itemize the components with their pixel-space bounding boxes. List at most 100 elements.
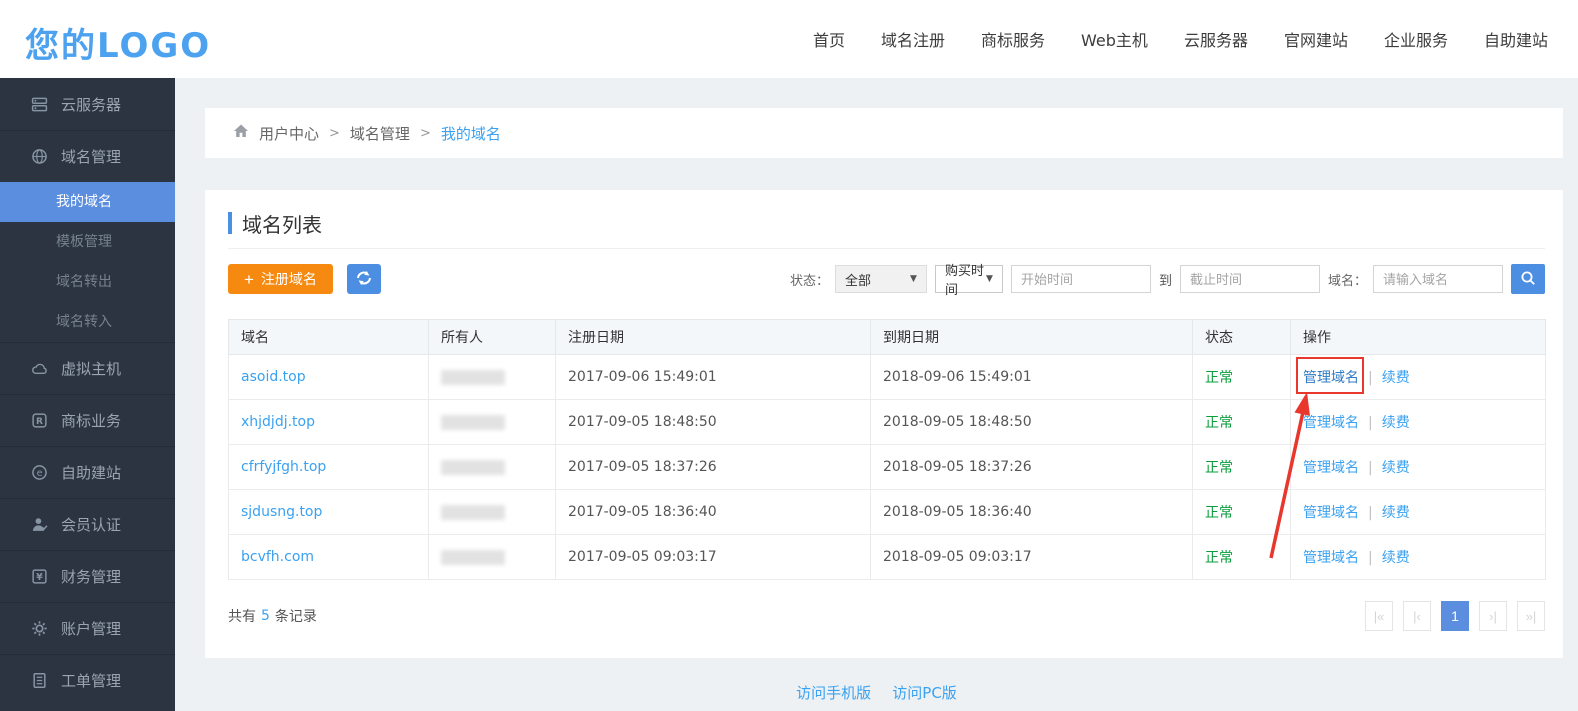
nav-home[interactable]: 首页 <box>813 27 845 51</box>
register-domain-label: 注册域名 <box>261 269 317 289</box>
sidebar-item-virtual-host[interactable]: 虚拟主机 <box>0 342 175 394</box>
search-button[interactable] <box>1511 264 1545 294</box>
domain-table: 域名 所有人 注册日期 到期日期 状态 操作 asoid.top 2017-09… <box>228 319 1546 580</box>
nav-self-service[interactable]: 自助建站 <box>1484 27 1548 51</box>
domain-list-panel: 域名列表 + 注册域名 状态： 全部 ▼ 购买时间 <box>205 190 1563 658</box>
sidebar: 云服务器 域名管理 我的域名 模板管理 域名转出 域名转入 虚拟主机 R 商标业… <box>0 78 175 711</box>
nav-domain-register[interactable]: 域名注册 <box>881 27 945 51</box>
breadcrumb-domain-management[interactable]: 域名管理 <box>350 123 410 144</box>
refresh-button[interactable] <box>347 264 381 294</box>
registered-date: 2017-09-05 09:03:17 <box>568 549 717 565</box>
renew-link[interactable]: 续费 <box>1382 550 1410 566</box>
action-separator: | <box>1368 460 1373 476</box>
registered-date: 2017-09-06 15:49:01 <box>568 369 717 385</box>
record-count: 5 <box>261 608 270 624</box>
owner-redacted <box>441 550 505 565</box>
renew-link[interactable]: 续费 <box>1382 370 1410 386</box>
mobile-version-link[interactable]: 访问手机版 <box>796 684 871 702</box>
nav-cloud-server[interactable]: 云服务器 <box>1184 27 1248 51</box>
domain-link[interactable]: xhjdjdj.top <box>241 414 315 430</box>
nav-trademark[interactable]: 商标服务 <box>981 27 1045 51</box>
renew-link[interactable]: 续费 <box>1382 415 1410 431</box>
sidebar-item-domain-management[interactable]: 域名管理 <box>0 130 175 182</box>
plus-icon: + <box>244 271 254 288</box>
to-label: 到 <box>1159 270 1172 289</box>
sidebar-item-ticket[interactable]: 工单管理 <box>0 654 175 706</box>
sidebar-item-cloud-server[interactable]: 云服务器 <box>0 78 175 130</box>
expires-date: 2018-09-05 18:48:50 <box>883 414 1032 430</box>
sidebar-subitem-domain-transfer-in[interactable]: 域名转入 <box>0 302 175 342</box>
sidebar-item-finance[interactable]: ¥ 财务管理 <box>0 550 175 602</box>
nav-web-hosting[interactable]: Web主机 <box>1081 27 1148 51</box>
domain-submenu: 我的域名 模板管理 域名转出 域名转入 <box>0 182 175 342</box>
breadcrumb-user-center[interactable]: 用户中心 <box>259 123 319 144</box>
server-icon <box>30 95 48 113</box>
manage-domain-link[interactable]: 管理域名 <box>1303 415 1359 431</box>
status-select[interactable]: 全部 ▼ <box>835 265 927 293</box>
manage-domain-link[interactable]: 管理域名 <box>1303 370 1359 386</box>
pagination-last-button[interactable]: »| <box>1517 601 1545 631</box>
pagination-first-button[interactable]: |« <box>1365 601 1393 631</box>
title-divider <box>228 248 1545 249</box>
manage-domain-link[interactable]: 管理域名 <box>1303 505 1359 521</box>
owner-redacted <box>441 415 505 430</box>
sidebar-subitem-domain-transfer-out[interactable]: 域名转出 <box>0 262 175 302</box>
summary-suffix: 条记录 <box>275 606 317 626</box>
record-summary: 共有 5 条记录 <box>228 606 317 626</box>
time-type-select[interactable]: 购买时间 ▼ <box>935 265 1003 293</box>
status-badge: 正常 <box>1205 415 1233 431</box>
domain-link[interactable]: asoid.top <box>241 369 306 385</box>
register-domain-button[interactable]: + 注册域名 <box>228 264 333 294</box>
sidebar-item-label: 工单管理 <box>61 670 121 691</box>
sidebar-item-label: 商标业务 <box>61 410 121 431</box>
status-badge: 正常 <box>1205 370 1233 386</box>
panel-title-row: 域名列表 <box>228 210 1539 236</box>
manage-domain-link[interactable]: 管理域名 <box>1303 550 1359 566</box>
yen-icon: ¥ <box>30 568 48 586</box>
domain-link[interactable]: bcvfh.com <box>241 549 314 565</box>
site-logo: 您的LOGO <box>25 18 211 67</box>
filter-bar: 状态： 全部 ▼ 购买时间 ▼ 到 域名： <box>790 264 1545 294</box>
sidebar-item-self-site[interactable]: e 自助建站 <box>0 446 175 498</box>
renew-link[interactable]: 续费 <box>1382 460 1410 476</box>
sidebar-item-account[interactable]: 账户管理 <box>0 602 175 654</box>
sidebar-item-trademark[interactable]: R 商标业务 <box>0 394 175 446</box>
breadcrumb-separator: > <box>329 126 340 141</box>
top-nav: 首页 域名注册 商标服务 Web主机 云服务器 官网建站 企业服务 自助建站 <box>813 0 1548 78</box>
renew-link[interactable]: 续费 <box>1382 505 1410 521</box>
sidebar-subitem-template-management[interactable]: 模板管理 <box>0 222 175 262</box>
domain-link[interactable]: cfrfyjfgh.top <box>241 459 326 475</box>
end-time-input[interactable] <box>1180 265 1320 293</box>
svg-text:e: e <box>36 468 42 479</box>
nav-site-builder[interactable]: 官网建站 <box>1284 27 1348 51</box>
member-icon <box>30 516 48 534</box>
pagination-prev-button[interactable]: |‹ <box>1403 601 1431 631</box>
breadcrumb: 用户中心 > 域名管理 > 我的域名 <box>205 108 1563 158</box>
nav-enterprise[interactable]: 企业服务 <box>1384 27 1448 51</box>
domain-search-input[interactable] <box>1373 265 1503 293</box>
trademark-icon: R <box>30 412 48 430</box>
sidebar-item-label: 自助建站 <box>61 462 121 483</box>
breadcrumb-my-domains[interactable]: 我的域名 <box>441 123 501 144</box>
breadcrumb-separator: > <box>420 126 431 141</box>
col-header-owner: 所有人 <box>429 320 556 355</box>
globe-icon <box>30 148 48 166</box>
pagination-page-1[interactable]: 1 <box>1441 601 1469 631</box>
action-separator: | <box>1368 415 1373 431</box>
pc-version-link[interactable]: 访问PC版 <box>892 684 957 702</box>
top-header: 您的LOGO 首页 域名注册 商标服务 Web主机 云服务器 官网建站 企业服务… <box>0 0 1578 78</box>
col-header-domain: 域名 <box>229 320 429 355</box>
pagination: |« |‹ 1 ›| »| <box>1355 601 1545 631</box>
manage-domain-link[interactable]: 管理域名 <box>1303 460 1359 476</box>
site-footer: 访问手机版 访问PC版 <box>175 682 1578 703</box>
col-header-actions: 操作 <box>1291 320 1546 355</box>
sidebar-item-label: 财务管理 <box>61 566 121 587</box>
svg-text:¥: ¥ <box>36 572 43 583</box>
start-time-input[interactable] <box>1011 265 1151 293</box>
table-row: sjdusng.top 2017-09-05 18:36:40 2018-09-… <box>229 490 1546 535</box>
domain-link[interactable]: sjdusng.top <box>241 504 322 520</box>
sidebar-subitem-my-domains[interactable]: 我的域名 <box>0 182 175 222</box>
sidebar-item-member-verify[interactable]: 会员认证 <box>0 498 175 550</box>
pagination-next-button[interactable]: ›| <box>1479 601 1507 631</box>
action-separator: | <box>1368 550 1373 566</box>
